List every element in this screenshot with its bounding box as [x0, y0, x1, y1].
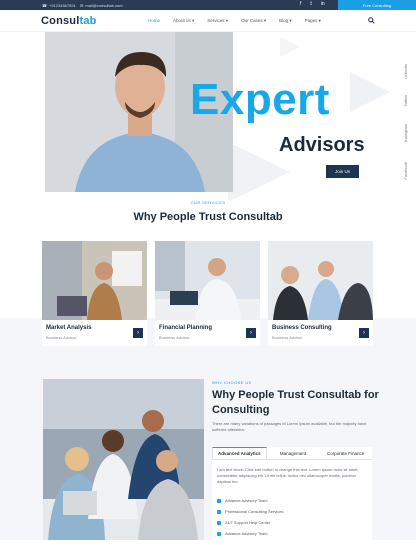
mail-icon: ✉: [80, 3, 84, 8]
join-us-button[interactable]: Join Us: [326, 165, 359, 178]
arrow-right-icon[interactable]: ›: [359, 328, 369, 338]
email-address: mail@consultab.com: [85, 3, 123, 8]
nav-item-services[interactable]: Services ▾: [207, 18, 228, 24]
linkedin-icon[interactable]: in: [321, 1, 325, 7]
why-tabs: Advanced Analytics Management Corporate …: [212, 447, 372, 460]
card-title: Financial Planning: [159, 325, 213, 331]
arrow-right-icon[interactable]: ›: [246, 328, 256, 338]
nav-item-home[interactable]: Home: [148, 18, 160, 24]
social-linkedin[interactable]: Linkedin: [403, 64, 408, 79]
feature-label: Professional Consulting Services: [225, 509, 284, 514]
logo-text: Consul: [41, 15, 80, 27]
tab-corporate-finance[interactable]: Corporate Finance: [319, 447, 372, 459]
service-card[interactable]: Market Analysis Business Advisor ›: [42, 241, 147, 346]
email-contact[interactable]: ✉ mail@consultab.com: [80, 3, 123, 8]
team-meeting-photo: [43, 379, 204, 540]
phone-contact[interactable]: ☎ +91234567891: [42, 3, 76, 8]
service-card[interactable]: Business Consulting Business Advisor ›: [268, 241, 373, 346]
nav-item-about[interactable]: About us ▾: [173, 18, 194, 24]
phone-icon: ☎: [42, 3, 47, 8]
search-icon[interactable]: [368, 17, 375, 24]
tab-panel: I am text block. Click edit button to ch…: [212, 460, 372, 540]
why-paragraph: There are many variations of passages of…: [212, 421, 367, 432]
check-icon: [217, 520, 221, 525]
card-title: Business Consulting: [272, 325, 332, 331]
check-icon: [217, 531, 221, 536]
hero-headline: Expert: [190, 75, 330, 124]
nav-item-pages[interactable]: Pages ▾: [305, 18, 321, 24]
free-consulting-button[interactable]: Free Consulting: [338, 0, 416, 10]
check-icon: [217, 509, 221, 514]
feature-label: Advance Advisory Team: [225, 498, 268, 503]
why-title: Why People Trust Consultab for Consultin…: [212, 389, 379, 416]
check-icon: [217, 498, 221, 503]
social-links: f t in: [300, 1, 325, 7]
social-twitter[interactable]: Twitter: [403, 95, 408, 107]
tab-text: I am text block. Click edit button to ch…: [217, 467, 359, 484]
top-bar: ☎ +91234567891 ✉ mail@consultab.com f t …: [0, 0, 416, 10]
feature-item: Advance Advisory Team: [217, 498, 268, 503]
social-facebook[interactable]: Facebook: [403, 162, 408, 180]
main-navigation: Consultab Home About us ▾ Services ▾ Our…: [0, 10, 416, 32]
feature-item: 24/7 Support Help Center: [217, 520, 270, 525]
feature-item: Advance Advisory Team: [217, 531, 268, 536]
nav-item-cases[interactable]: Our Cases ▾: [241, 18, 266, 24]
arrow-right-icon[interactable]: ›: [133, 328, 143, 338]
why-eyebrow: WHY CHOOSE US: [212, 380, 252, 385]
nav-item-blog[interactable]: Blog ▾: [279, 18, 292, 24]
card-subtitle: Business Advisor: [272, 335, 303, 340]
nav-menu: Home About us ▾ Services ▾ Our Cases ▾ B…: [148, 18, 321, 24]
feature-item: Professional Consulting Services: [217, 509, 283, 514]
social-instagram[interactable]: Instagram: [403, 124, 408, 142]
logo[interactable]: Consultab: [41, 15, 97, 27]
market-analysis-photo: [42, 241, 147, 320]
card-subtitle: Business Advisor: [46, 335, 77, 340]
services-title: Why People Trust Consultab: [133, 211, 283, 223]
hero-subheadline: Advisors: [279, 134, 365, 156]
tab-management[interactable]: Management: [267, 447, 320, 459]
services-eyebrow: OUR SERVICES: [190, 200, 226, 205]
financial-planning-photo: [155, 241, 260, 320]
feature-label: 24/7 Support Help Center: [225, 520, 271, 525]
business-consulting-photo: [268, 241, 373, 320]
logo-accent: tab: [79, 15, 97, 27]
phone-number: +91234567891: [48, 3, 76, 8]
feature-label: Advance Advisory Team: [225, 531, 268, 536]
card-title: Market Analysis: [46, 325, 92, 331]
card-subtitle: Business Advisor: [159, 335, 190, 340]
service-card[interactable]: Financial Planning Business Advisor ›: [155, 241, 260, 346]
twitter-icon[interactable]: t: [310, 1, 311, 7]
tab-advanced-analytics[interactable]: Advanced Analytics: [212, 447, 267, 459]
facebook-icon[interactable]: f: [300, 1, 301, 7]
